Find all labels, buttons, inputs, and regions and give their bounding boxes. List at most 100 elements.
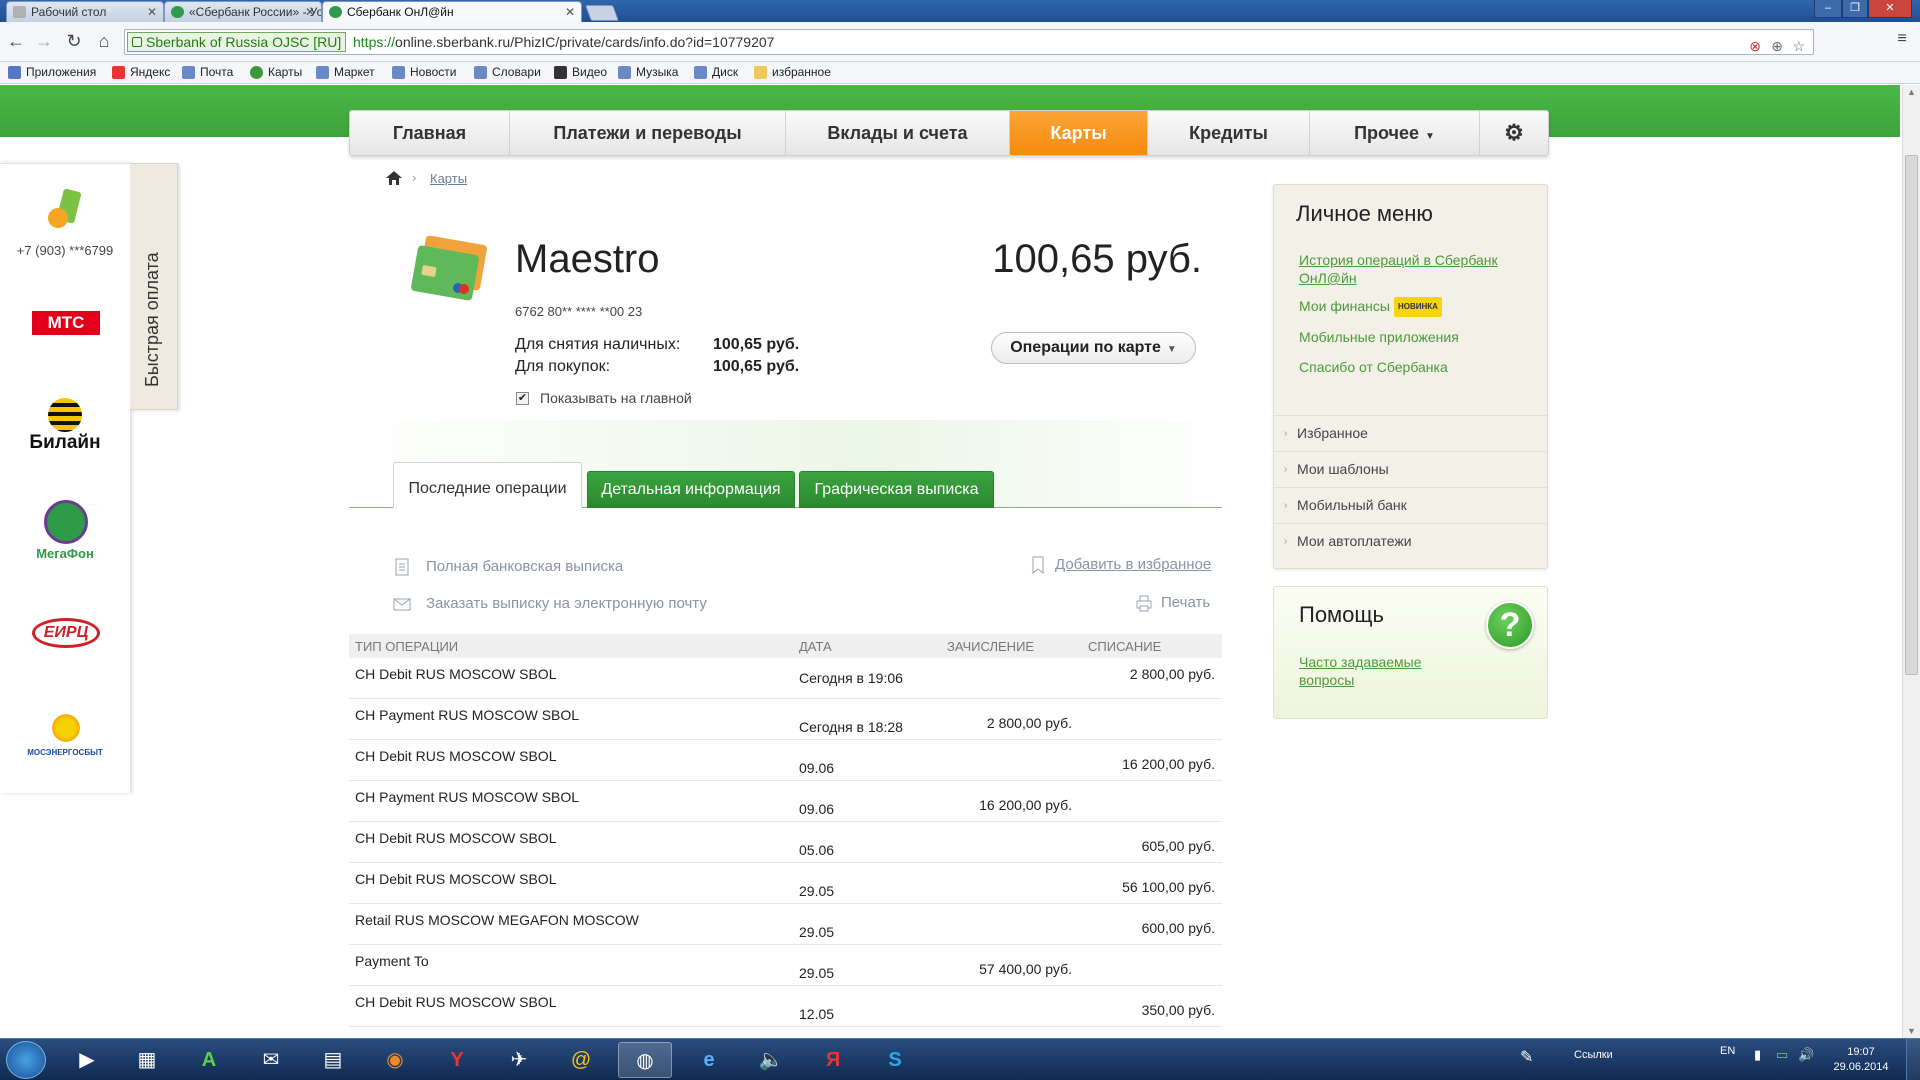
back-icon[interactable]: ← bbox=[6, 31, 26, 52]
menu-item-autopayments[interactable]: › Мои автоплатежи bbox=[1274, 523, 1547, 559]
internet-explorer-icon[interactable]: e bbox=[682, 1042, 736, 1078]
email-statement-link[interactable]: Заказать выписку на электронную почту bbox=[393, 595, 707, 612]
quick-pay-phone[interactable]: +7 (903) ***6799 bbox=[0, 243, 130, 258]
forward-icon[interactable]: → bbox=[34, 31, 54, 52]
battery-icon[interactable]: ▭ bbox=[1776, 1047, 1788, 1063]
nav-payments[interactable]: Платежи и переводы bbox=[510, 111, 786, 155]
menu-item-mobile-bank[interactable]: › Мобильный банк bbox=[1274, 487, 1547, 523]
browser-tab-desktop[interactable]: Рабочий стол ✕ bbox=[6, 1, 164, 22]
mosenergosbyt-logo-icon[interactable] bbox=[50, 712, 82, 744]
table-row[interactable]: Retail RUS MOSCOW MEGAFON MOSCOW 29.05 6… bbox=[349, 904, 1222, 945]
speaker-app-icon[interactable]: 🔈 bbox=[744, 1042, 798, 1078]
skype-icon[interactable]: S bbox=[868, 1042, 922, 1078]
bookmark-dictionaries[interactable]: Словари bbox=[474, 65, 541, 79]
menu-item-templates[interactable]: › Мои шаблоны bbox=[1274, 451, 1547, 487]
mobile-apps-link[interactable]: Мобильные приложения bbox=[1299, 328, 1459, 346]
checkbox-checked-icon[interactable]: ✔ bbox=[516, 392, 529, 405]
application-icon[interactable]: ✈ bbox=[492, 1042, 546, 1078]
question-mark-icon[interactable]: ? bbox=[1486, 601, 1534, 649]
full-statement-link[interactable]: Полная банковская выписка bbox=[393, 558, 623, 576]
eirc-logo[interactable]: ЕИРЦ bbox=[32, 618, 100, 648]
table-row[interactable]: CH Debit RUS MOSCOW SBOL 12.05 350,00 ру… bbox=[349, 986, 1222, 1027]
page-scrollbar[interactable]: ▲ ▼ bbox=[1902, 85, 1920, 1038]
close-window-icon[interactable]: ✕ bbox=[1868, 0, 1912, 18]
bookmark-mail[interactable]: Почта bbox=[182, 65, 233, 79]
network-icon[interactable]: ▮ bbox=[1754, 1047, 1761, 1063]
table-row[interactable]: CH Debit RUS MOSCOW SBOL 29.05 56 100,00… bbox=[349, 863, 1222, 904]
mts-logo[interactable]: МТС bbox=[32, 311, 100, 335]
mobile-phone-icon[interactable] bbox=[46, 188, 84, 232]
table-row[interactable]: Payment To 29.05 57 400,00 руб. bbox=[349, 945, 1222, 986]
language-indicator[interactable]: EN bbox=[1720, 1045, 1735, 1057]
scroll-up-icon[interactable]: ▲ bbox=[1907, 87, 1916, 97]
yandex-browser-icon[interactable]: Y bbox=[430, 1042, 484, 1078]
minimize-icon[interactable]: – bbox=[1814, 0, 1842, 18]
menu-icon[interactable]: ≡ bbox=[1892, 30, 1912, 48]
scroll-down-icon[interactable]: ▼ bbox=[1907, 1026, 1916, 1036]
megafon-label[interactable]: МегаФон bbox=[0, 546, 130, 561]
scrollbar-thumb[interactable] bbox=[1905, 155, 1918, 675]
faq-link[interactable]: Часто задаваемые вопросы bbox=[1299, 653, 1449, 689]
bookmark-disk[interactable]: Диск bbox=[694, 65, 738, 79]
nav-deposits[interactable]: Вклады и счета bbox=[786, 111, 1010, 155]
nav-credits[interactable]: Кредиты bbox=[1148, 111, 1310, 155]
bookmark-apps[interactable]: Приложения bbox=[8, 65, 96, 79]
my-finances-link[interactable]: Мои финансы НОВИНКА bbox=[1299, 297, 1442, 317]
thanks-link[interactable]: Спасибо от Сбербанка bbox=[1299, 358, 1448, 376]
ev-certificate-badge[interactable]: Sberbank of Russia OJSC [RU] bbox=[127, 32, 347, 52]
zoom-icon[interactable]: ⊕ bbox=[1771, 34, 1783, 58]
tab-recent-operations[interactable]: Последние операции bbox=[393, 462, 582, 508]
settings-gear-icon[interactable]: ⚙ bbox=[1480, 111, 1548, 155]
agent-icon[interactable]: A bbox=[182, 1042, 236, 1078]
new-tab-button[interactable] bbox=[585, 5, 619, 21]
links-toolbar[interactable]: Ссылки bbox=[1574, 1049, 1613, 1061]
media-player-icon[interactable]: ▶ bbox=[60, 1042, 114, 1078]
add-favorite-link[interactable]: Добавить в избранное bbox=[1029, 556, 1211, 574]
file-explorer-icon[interactable]: ▤ bbox=[306, 1042, 360, 1078]
blocked-content-icon[interactable]: ⊗ bbox=[1749, 34, 1761, 58]
yandex-icon[interactable]: Я bbox=[806, 1042, 860, 1078]
bookmark-market[interactable]: Маркет bbox=[316, 65, 375, 79]
system-clock[interactable]: 19:07 29.06.2014 bbox=[1826, 1045, 1896, 1075]
firefox-icon[interactable]: ◉ bbox=[368, 1042, 422, 1078]
table-row[interactable]: CH Debit RUS MOSCOW SBOL 05.06 605,00 ру… bbox=[349, 822, 1222, 863]
bookmark-news[interactable]: Новости bbox=[392, 65, 456, 79]
home-icon[interactable] bbox=[386, 171, 402, 185]
show-desktop-button[interactable] bbox=[1906, 1039, 1920, 1080]
home-icon[interactable]: ⌂ bbox=[94, 31, 114, 52]
bookmark-music[interactable]: Музыка bbox=[618, 65, 678, 79]
browser-tab-sberbank-russia[interactable]: «Сбербанк России» - Ус ✕ bbox=[164, 1, 322, 22]
beeline-logo-icon[interactable] bbox=[48, 398, 82, 432]
chrome-icon[interactable]: ◍ bbox=[618, 1042, 672, 1078]
bookmark-star-icon[interactable]: ☆ bbox=[1792, 34, 1805, 58]
tab-graphic-statement[interactable]: Графическая выписка bbox=[799, 471, 994, 508]
email-at-icon[interactable]: @ bbox=[554, 1042, 608, 1078]
quick-pay-tab[interactable]: Быстрая оплата bbox=[130, 163, 178, 410]
tab-detailed-info[interactable]: Детальная информация bbox=[587, 471, 795, 508]
reload-icon[interactable]: ↻ bbox=[64, 31, 84, 52]
browser-tab-sberbank-online[interactable]: Сбербанк ОнЛ@йн ✕ bbox=[322, 1, 582, 22]
close-tab-icon[interactable]: ✕ bbox=[565, 2, 575, 22]
menu-item-favorites[interactable]: › Избранное bbox=[1274, 415, 1547, 451]
table-row[interactable]: CH Debit RUS MOSCOW SBOL 09.06 16 200,00… bbox=[349, 740, 1222, 781]
card-operations-button[interactable]: Операции по карте ▼ bbox=[991, 332, 1196, 364]
volume-icon[interactable]: 🔊 bbox=[1798, 1047, 1814, 1063]
desktop-grid-icon[interactable]: ▦ bbox=[120, 1042, 174, 1078]
nav-home[interactable]: Главная bbox=[350, 111, 510, 155]
close-tab-icon[interactable]: ✕ bbox=[147, 2, 157, 22]
bookmark-yandex[interactable]: Яндекс bbox=[112, 65, 170, 79]
table-row[interactable]: CH Payment RUS MOSCOW SBOL 09.06 16 200,… bbox=[349, 781, 1222, 822]
table-row[interactable]: CH Debit RUS MOSCOW SBOL Сегодня в 19:06… bbox=[349, 658, 1222, 699]
megafon-logo-icon[interactable] bbox=[44, 500, 88, 544]
beeline-label[interactable]: Билайн bbox=[0, 432, 130, 454]
history-link[interactable]: История операций в Сбербанк ОнЛ@йн bbox=[1299, 251, 1519, 287]
breadcrumb-cards-link[interactable]: Карты bbox=[430, 171, 467, 186]
mosenergosbyt-label[interactable]: МОСЭНЕРГОСБЫТ bbox=[0, 748, 130, 757]
start-button-icon[interactable] bbox=[6, 1041, 46, 1079]
bookmark-favorites[interactable]: избранное bbox=[754, 65, 831, 79]
bookmark-video[interactable]: Видео bbox=[554, 65, 607, 79]
nav-cards[interactable]: Карты bbox=[1010, 111, 1148, 155]
mail-client-icon[interactable]: ✉ bbox=[244, 1042, 298, 1078]
bookmark-maps[interactable]: Карты bbox=[250, 65, 302, 79]
print-link[interactable]: Печать bbox=[1135, 594, 1210, 612]
